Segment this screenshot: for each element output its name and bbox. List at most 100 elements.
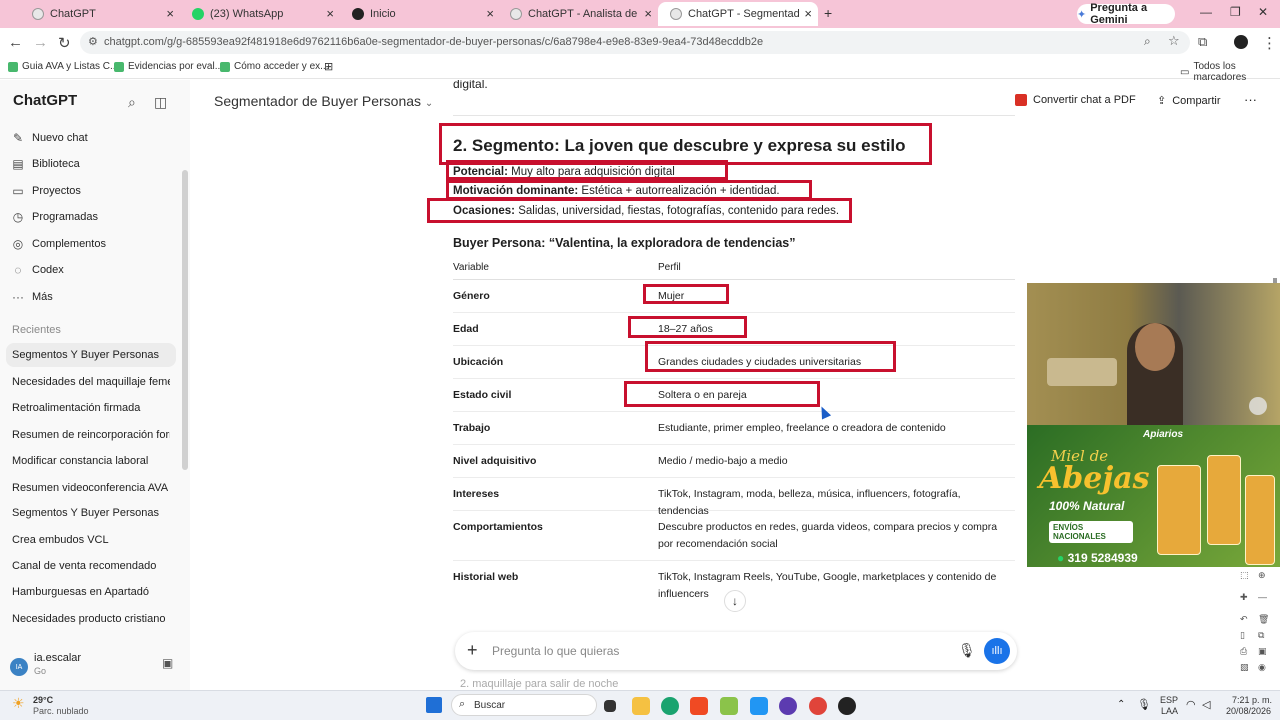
recent-chat[interactable]: Modificar constancia laboral [12, 455, 170, 467]
clock-time[interactable]: 7:21 p. m. [1232, 695, 1272, 705]
browser-menu-icon[interactable]: ⋮ [1262, 34, 1277, 52]
tab-inicio[interactable]: Inicio × [340, 2, 500, 26]
bookmark-item[interactable]: Cómo acceder y ex... [220, 61, 328, 72]
app-icon[interactable] [779, 697, 797, 715]
recents-header: Recientes [12, 324, 61, 336]
recent-chat[interactable]: Resumen de reincorporación form [12, 429, 170, 441]
recent-chat[interactable]: Necesidades del maquillaje femenino [12, 376, 170, 388]
address-bar[interactable]: ⚙ chatgpt.com/g/g-685593ea92f481918e6d97… [80, 31, 1190, 54]
close-tab-icon[interactable]: × [804, 6, 812, 21]
tray-chevron-icon[interactable]: ⌃ [1117, 699, 1125, 710]
search-icon[interactable]: ⌕ [128, 94, 136, 111]
zoom-icon[interactable]: ⌕ [1144, 34, 1151, 49]
webcam-face [1135, 323, 1175, 371]
recent-chat[interactable]: Resumen videoconferencia AVA [12, 482, 170, 494]
profile-avatar[interactable] [1234, 35, 1248, 49]
bookmark-item[interactable]: Evidencias por eval... [114, 61, 223, 72]
recent-chat[interactable]: Necesidades producto cristiano [12, 613, 170, 625]
sidebar-item-complementos[interactable]: ◎ Complementos [12, 237, 106, 251]
microphone-icon[interactable]: 🎙 [958, 642, 976, 659]
sidebar-item-programadas[interactable]: ◷ Programadas [12, 210, 98, 224]
windows-start-icon[interactable] [426, 697, 442, 713]
more-options-icon[interactable]: ··· [1244, 92, 1257, 107]
tab-whatsapp[interactable]: (23) WhatsApp × [180, 2, 340, 26]
tab-chatgpt[interactable]: ChatGPT × [20, 2, 180, 26]
print-icon[interactable]: ⎙ [1240, 646, 1247, 657]
site-info-icon[interactable]: ⚙ [88, 35, 98, 48]
tab-analista[interactable]: ChatGPT - Analista de Productos × [498, 2, 658, 26]
user-plan: Go [34, 666, 47, 676]
zoom-in-icon[interactable]: ⊕ [1258, 570, 1266, 581]
tab-segmentador[interactable]: ChatGPT - Segmentador de Buy × [658, 2, 818, 26]
message-composer[interactable]: + Pregunta lo que quieras 🎙 ıllı [455, 632, 1017, 670]
task-view-icon[interactable] [604, 700, 616, 712]
close-tab-icon[interactable]: × [486, 6, 494, 21]
sidebar-item-mas[interactable]: ··· Más [12, 290, 53, 304]
close-window-icon[interactable]: ✕ [1258, 5, 1268, 19]
sidebar-item-proyectos[interactable]: ▭ Proyectos [12, 184, 81, 198]
convert-pdf-button[interactable]: Convertir chat a PDF [1015, 94, 1136, 106]
row-key: Edad [453, 323, 479, 335]
bookmark-item[interactable]: Guia AVA y Listas C... [8, 61, 118, 72]
gpt-title[interactable]: Segmentador de Buyer Personas ⌄ [214, 93, 433, 109]
reload-icon[interactable]: ↻ [58, 34, 71, 52]
brave-icon[interactable] [690, 697, 708, 715]
ask-gemini-button[interactable]: ✦ Pregunta a Gemini [1077, 2, 1175, 26]
select-area-icon[interactable]: ⬚ [1240, 570, 1249, 581]
camera-control-icon[interactable] [1249, 397, 1267, 415]
forward-icon[interactable]: → [33, 34, 48, 51]
bookmark-star-icon[interactable]: ☆ [1168, 33, 1180, 49]
sidebar-item-nuevo-chat[interactable]: ✎ Nuevo chat [12, 131, 88, 145]
sidebar-scrollbar[interactable] [182, 170, 188, 470]
page-icon[interactable]: ▯ [1240, 630, 1245, 641]
copy-icon[interactable]: ⧉ [1258, 630, 1264, 641]
upgrade-icon[interactable]: ▣ [162, 656, 173, 670]
file-explorer-icon[interactable] [632, 697, 650, 715]
recent-chat[interactable]: Crea embudos VCL [12, 534, 170, 546]
recent-chat[interactable]: Segmentos Y Buyer Personas [12, 507, 170, 519]
share-button[interactable]: ⇪ Compartir [1157, 94, 1221, 108]
lang-2[interactable]: LAA [1161, 706, 1178, 716]
app-icon[interactable] [838, 697, 856, 715]
sidebar-toggle-icon[interactable]: ◫ [154, 94, 167, 111]
save-icon[interactable]: ▣ [1258, 646, 1267, 657]
taskbar-search[interactable]: ⌕ Buscar [451, 694, 597, 716]
color-icon[interactable]: ◉ [1258, 662, 1266, 673]
new-tab-icon[interactable]: + [824, 5, 832, 21]
extensions-icon[interactable]: ⧉ [1198, 34, 1207, 50]
recent-chat[interactable]: Segmentos Y Buyer Personas [6, 343, 176, 367]
mic-tray-icon[interactable]: 🎙 [1137, 698, 1151, 711]
volume-icon[interactable]: ◁ [1202, 698, 1210, 711]
chrome-icon[interactable] [809, 697, 827, 715]
plus-icon[interactable]: ✚ [1240, 592, 1248, 603]
back-icon[interactable]: ← [8, 34, 23, 51]
browser-tab-bar: ChatGPT × (23) WhatsApp × Inicio × ChatG… [0, 0, 1280, 28]
apps-grid-icon[interactable]: ⊞ [324, 60, 333, 73]
close-tab-icon[interactable]: × [644, 6, 652, 21]
sidebar-item-biblioteca[interactable]: ▤ Biblioteca [12, 157, 79, 171]
app-icon[interactable] [750, 697, 768, 715]
row-key: Intereses [453, 488, 500, 500]
wifi-icon[interactable]: ◠ [1186, 698, 1196, 711]
clock-date[interactable]: 20/08/2026 [1226, 706, 1271, 716]
chatgpt-logo[interactable]: ChatGPT [13, 92, 77, 109]
minus-icon[interactable]: — [1258, 592, 1267, 602]
restore-icon[interactable]: ❐ [1230, 5, 1241, 19]
recent-chat[interactable]: Retroalimentación firmada [12, 402, 170, 414]
close-tab-icon[interactable]: × [326, 6, 334, 21]
sidebar-item-codex[interactable]: ◌ Codex [12, 263, 63, 277]
voice-mode-button[interactable]: ıllı [984, 638, 1010, 664]
image-icon[interactable]: ▧ [1240, 662, 1249, 673]
recent-chat[interactable]: Canal de venta recomendado [12, 560, 170, 572]
undo-icon[interactable]: ↶ [1240, 614, 1248, 625]
lang-1[interactable]: ESP [1160, 695, 1178, 705]
minimize-icon[interactable]: — [1200, 5, 1212, 19]
edge-icon[interactable] [661, 697, 679, 715]
close-tab-icon[interactable]: × [166, 6, 174, 21]
scroll-down-button[interactable]: ↓ [724, 590, 746, 612]
delete-icon[interactable]: 🗑 [1258, 614, 1269, 625]
clock-icon: ◷ [12, 210, 24, 224]
recent-chat[interactable]: Hamburguesas en Apartadó [12, 586, 170, 598]
add-attachment-icon[interactable]: + [467, 640, 478, 661]
app-icon[interactable] [720, 697, 738, 715]
